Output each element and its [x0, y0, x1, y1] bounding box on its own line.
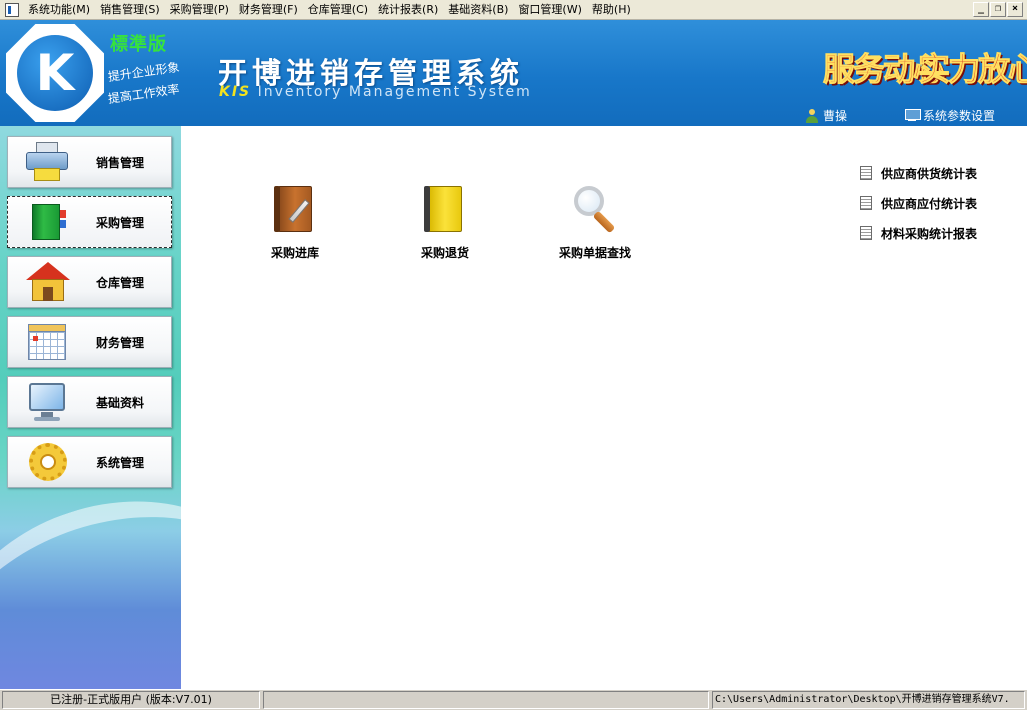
- sidebar-item-sales[interactable]: 销售管理: [7, 136, 172, 188]
- calendar-icon: [24, 320, 72, 364]
- sidebar-item-finance[interactable]: 财务管理: [7, 316, 172, 368]
- house-icon: [24, 260, 72, 304]
- report-label: 材料采购统计报表: [881, 226, 978, 241]
- sidebar-item-label: 系统管理: [96, 455, 145, 470]
- menu-system[interactable]: 系统功能(M): [23, 0, 95, 20]
- report-label: 供应商应付统计表: [881, 196, 978, 211]
- menu-purchase[interactable]: 采购管理(P): [165, 0, 234, 20]
- user-name: 曹操: [823, 109, 848, 123]
- menu-finance[interactable]: 财务管理(F): [234, 0, 303, 20]
- magnifier-icon: [568, 182, 622, 236]
- function-label: 采购单据查找: [558, 246, 631, 260]
- function-label: 采购退货: [420, 246, 469, 260]
- menu-reports[interactable]: 统计报表(R): [373, 0, 443, 20]
- yellow-book-icon: [418, 182, 472, 236]
- app-subtitle: KIS Inventory Management System: [219, 84, 532, 100]
- app-icon[interactable]: [5, 2, 19, 17]
- user-icon: [805, 108, 819, 123]
- gear-icon: [24, 440, 72, 484]
- menu-help[interactable]: 帮助(H): [587, 0, 636, 20]
- purchase-search-button[interactable]: 采购单据查找: [540, 182, 650, 261]
- sidebar-item-label: 基础资料: [96, 395, 145, 410]
- status-bar: 已注册-正式版用户 (版本:V7.01) C:\Users\Administra…: [0, 689, 1027, 710]
- menu-warehouse[interactable]: 仓库管理(C): [303, 0, 373, 20]
- menu-sales[interactable]: 销售管理(S): [95, 0, 165, 20]
- monitor-icon: [24, 380, 72, 424]
- report-material-purchase[interactable]: 材料采购统计报表: [860, 218, 977, 248]
- slogan-line-2: 提高工作效率: [107, 82, 181, 106]
- registration-status: 已注册-正式版用户 (版本:V7.01): [2, 691, 260, 709]
- sidebar-item-system[interactable]: 系统管理: [7, 436, 172, 488]
- document-icon: [860, 166, 872, 180]
- sidebar-item-basic-data[interactable]: 基础资料: [7, 376, 172, 428]
- report-supplier-payable[interactable]: 供应商应付统计表: [860, 188, 977, 218]
- function-label: 采购进库: [270, 246, 319, 260]
- document-icon: [860, 196, 872, 210]
- report-label: 供应商供货统计表: [881, 166, 978, 181]
- sidebar-item-label: 采购管理: [96, 215, 145, 230]
- menu-bar: 系统功能(M) 销售管理(S) 采购管理(P) 财务管理(F) 仓库管理(C) …: [0, 0, 1027, 20]
- program-path: C:\Users\Administrator\Desktop\开博进销存管理系统…: [712, 691, 1025, 709]
- report-list: 供应商供货统计表 供应商应付统计表 材料采购统计报表: [860, 158, 977, 248]
- restore-button[interactable]: ❐: [990, 2, 1006, 17]
- status-pane-empty: [263, 691, 709, 709]
- minimize-button[interactable]: _: [973, 2, 989, 17]
- subtitle-text: Inventory Management System: [251, 84, 532, 100]
- book-pencil-icon: [268, 182, 322, 236]
- sidebar-item-label: 财务管理: [96, 335, 145, 350]
- sidebar-item-warehouse[interactable]: 仓库管理: [7, 256, 172, 308]
- sidebar-item-label: 仓库管理: [96, 275, 145, 290]
- system-settings-link[interactable]: 系统参数设置: [905, 107, 995, 124]
- main-panel: 采购进库 采购退货 采购单据查找 供应商供货统计表 供应商应付统计表 材料采购统…: [181, 126, 1027, 689]
- window-controls: _ ❐ ×: [973, 2, 1023, 17]
- edition-label: 標準版: [110, 34, 167, 55]
- document-icon: [860, 226, 872, 240]
- settings-monitor-icon: [905, 109, 921, 122]
- green-book-icon: [24, 200, 72, 244]
- sidebar: 销售管理 采购管理 仓库管理 财务管理 基础资料 系统管理: [0, 126, 181, 689]
- printer-icon: [24, 140, 72, 184]
- close-button[interactable]: ×: [1007, 2, 1023, 17]
- current-user[interactable]: 曹操: [805, 107, 847, 124]
- settings-label: 系统参数设置: [923, 109, 996, 123]
- sidebar-item-purchase[interactable]: 采购管理: [7, 196, 172, 248]
- motto-2: 实力放心: [917, 50, 1027, 89]
- report-supplier-supply[interactable]: 供应商供货统计表: [860, 158, 977, 188]
- purchase-return-button[interactable]: 采购退货: [390, 182, 500, 261]
- header-banner: K 標準版 提升企业形象 提高工作效率 开博进销存管理系统 KIS Invent…: [0, 20, 1027, 126]
- menu-window[interactable]: 窗口管理(W): [513, 0, 586, 20]
- sidebar-item-label: 销售管理: [96, 155, 145, 170]
- menu-basic-data[interactable]: 基础资料(B): [443, 0, 513, 20]
- subtitle-kis: KIS: [219, 84, 252, 100]
- purchase-inbound-button[interactable]: 采购进库: [240, 182, 350, 261]
- logo-letter: K: [35, 44, 75, 102]
